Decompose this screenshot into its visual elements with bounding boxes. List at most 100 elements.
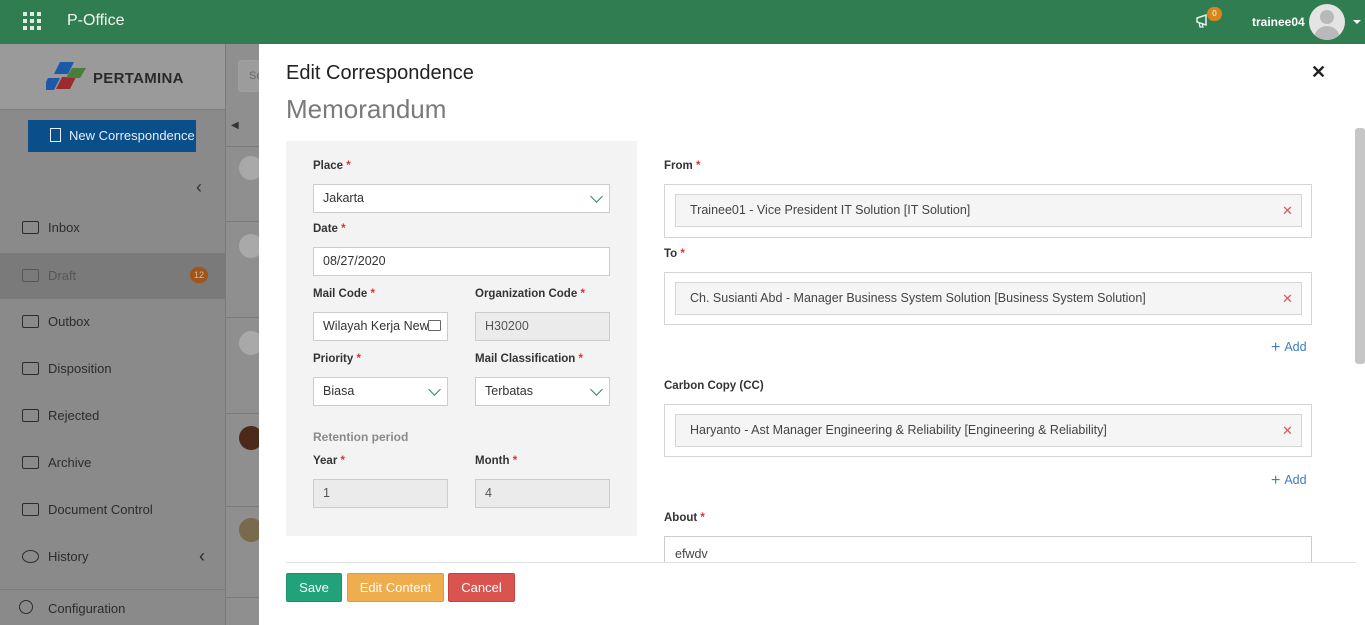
username[interactable]: trainee04	[1252, 15, 1305, 29]
add-to-link[interactable]: + Add	[1271, 339, 1307, 357]
from-field[interactable]: Trainee01 - Vice President IT Solution […	[664, 184, 1312, 238]
disposition-icon	[22, 362, 39, 375]
sidebar-item-label: Document Control	[48, 502, 153, 517]
sidebar-item-label: Inbox	[48, 220, 80, 235]
sidebar-item-document-control[interactable]: Document Control	[0, 487, 225, 533]
gear-icon	[19, 600, 33, 614]
close-icon[interactable]: ✕	[1311, 62, 1326, 83]
remove-icon[interactable]: ✕	[1282, 195, 1293, 226]
about-label: About *	[664, 512, 705, 524]
sidebar-item-outbox[interactable]: Outbox	[0, 299, 225, 345]
sidebar-item-draft[interactable]: Draft 12	[0, 253, 225, 299]
sidebar-item-history[interactable]: History ‹	[0, 534, 225, 580]
pertamina-logo-icon	[46, 62, 86, 90]
chevron-down-icon	[590, 190, 603, 203]
to-label: To *	[664, 248, 685, 260]
sidebar-item-disposition[interactable]: Disposition	[0, 346, 225, 392]
month-label: Month *	[475, 455, 518, 467]
sidebar: PERTAMINA New Correspondence ‹ Inbox Dra…	[0, 44, 225, 625]
from-tag: Trainee01 - Vice President IT Solution […	[675, 194, 1302, 227]
scroll-left-icon[interactable]: ◀	[231, 120, 239, 131]
footer-divider	[286, 562, 1356, 563]
sidebar-item-inbox[interactable]: Inbox	[0, 205, 225, 251]
sidebar-item-label: Disposition	[48, 361, 112, 376]
date-field[interactable]: 08/27/2020	[313, 247, 610, 276]
sidebar-item-label: Outbox	[48, 314, 90, 329]
save-button[interactable]: Save	[286, 573, 342, 602]
details-panel: Place * Jakarta Date * 08/27/2020 Mail C…	[286, 141, 637, 536]
organization-code-field: H30200	[475, 312, 610, 341]
date-label: Date *	[313, 223, 346, 235]
list-divider	[226, 413, 261, 414]
cancel-button[interactable]: Cancel	[448, 573, 515, 602]
sidebar-item-label: History	[48, 549, 89, 564]
list-divider	[226, 506, 261, 507]
priority-select[interactable]: Biasa	[313, 377, 448, 406]
remove-icon[interactable]: ✕	[1282, 283, 1293, 314]
edit-content-button[interactable]: Edit Content	[347, 573, 444, 602]
list-divider	[226, 597, 261, 598]
sidebar-item-label: Archive	[48, 455, 92, 470]
sidebar-item-rejected[interactable]: Rejected	[0, 393, 225, 439]
mail-classification-label: Mail Classification *	[475, 353, 584, 365]
place-select[interactable]: Jakarta	[313, 184, 610, 213]
document-control-icon	[22, 503, 39, 516]
carbon-copy-label: Carbon Copy (CC)	[664, 380, 764, 392]
add-cc-link[interactable]: + Add	[1271, 472, 1307, 490]
carbon-copy-field[interactable]: Haryanto - Ast Manager Engineering & Rel…	[664, 404, 1312, 457]
organization-code-label: Organization Code *	[475, 288, 585, 300]
top-bar: P-Office 0 trainee04	[0, 0, 1365, 44]
sidebar-item-label: Draft	[48, 268, 77, 283]
list-divider	[226, 146, 261, 147]
new-document-icon	[50, 128, 61, 142]
rejected-icon	[22, 409, 39, 422]
list-divider	[226, 221, 261, 222]
app-title: P-Office	[67, 12, 125, 29]
draft-count-badge: 12	[190, 267, 208, 283]
inbox-icon	[22, 221, 39, 234]
mail-code-label: Mail Code *	[313, 288, 375, 300]
cc-tag: Haryanto - Ast Manager Engineering & Rel…	[675, 414, 1302, 447]
remove-icon[interactable]: ✕	[1282, 415, 1293, 446]
picker-icon[interactable]	[428, 320, 441, 331]
modal-title: Edit Correspondence	[286, 62, 474, 84]
history-icon	[22, 550, 39, 563]
caret-down-icon[interactable]	[1353, 20, 1361, 24]
priority-label: Priority *	[313, 353, 361, 365]
draft-icon	[22, 269, 39, 282]
mail-classification-select[interactable]: Terbatas	[475, 377, 610, 406]
retention-period-heading: Retention period	[313, 430, 409, 444]
message-list-column: Se ◀	[225, 44, 268, 625]
user-avatar[interactable]	[1309, 4, 1345, 40]
outbox-icon	[22, 315, 39, 328]
plus-icon: +	[1271, 472, 1281, 489]
brand-name: PERTAMINA	[93, 70, 184, 87]
chevron-down-icon	[590, 383, 603, 396]
modal-subtitle: Memorandum	[286, 94, 447, 124]
sidebar-item-configuration[interactable]: Configuration	[0, 589, 225, 625]
new-correspondence-button[interactable]: New Correspondence	[28, 120, 196, 152]
place-label: Place *	[313, 160, 351, 172]
month-field: 4	[475, 479, 610, 508]
collapse-sidebar-icon[interactable]: ‹	[196, 177, 202, 198]
plus-icon: +	[1271, 339, 1281, 356]
mail-code-field[interactable]: Wilayah Kerja New	[313, 312, 448, 341]
to-tag: Ch. Susianti Abd - Manager Business Syst…	[675, 282, 1302, 315]
new-correspondence-label: New Correspondence	[69, 128, 195, 143]
notification-badge: 0	[1207, 7, 1222, 21]
year-label: Year *	[313, 455, 345, 467]
from-label: From *	[664, 160, 701, 172]
year-field: 1	[313, 479, 448, 508]
apps-grid-icon[interactable]	[23, 12, 41, 30]
archive-icon	[22, 456, 39, 469]
edit-correspondence-modal: Edit Correspondence Memorandum ✕ Place *…	[259, 44, 1365, 625]
chevron-down-icon	[428, 383, 441, 396]
to-field[interactable]: Ch. Susianti Abd - Manager Business Syst…	[664, 272, 1312, 325]
brand-logo-area: PERTAMINA	[0, 44, 225, 110]
list-divider	[226, 317, 261, 318]
sidebar-item-label: Rejected	[48, 408, 100, 423]
sidebar-item-label: Configuration	[48, 601, 126, 616]
expand-history-icon[interactable]: ‹	[199, 546, 205, 567]
modal-scrollbar[interactable]	[1355, 128, 1365, 364]
sidebar-item-archive[interactable]: Archive	[0, 440, 225, 486]
